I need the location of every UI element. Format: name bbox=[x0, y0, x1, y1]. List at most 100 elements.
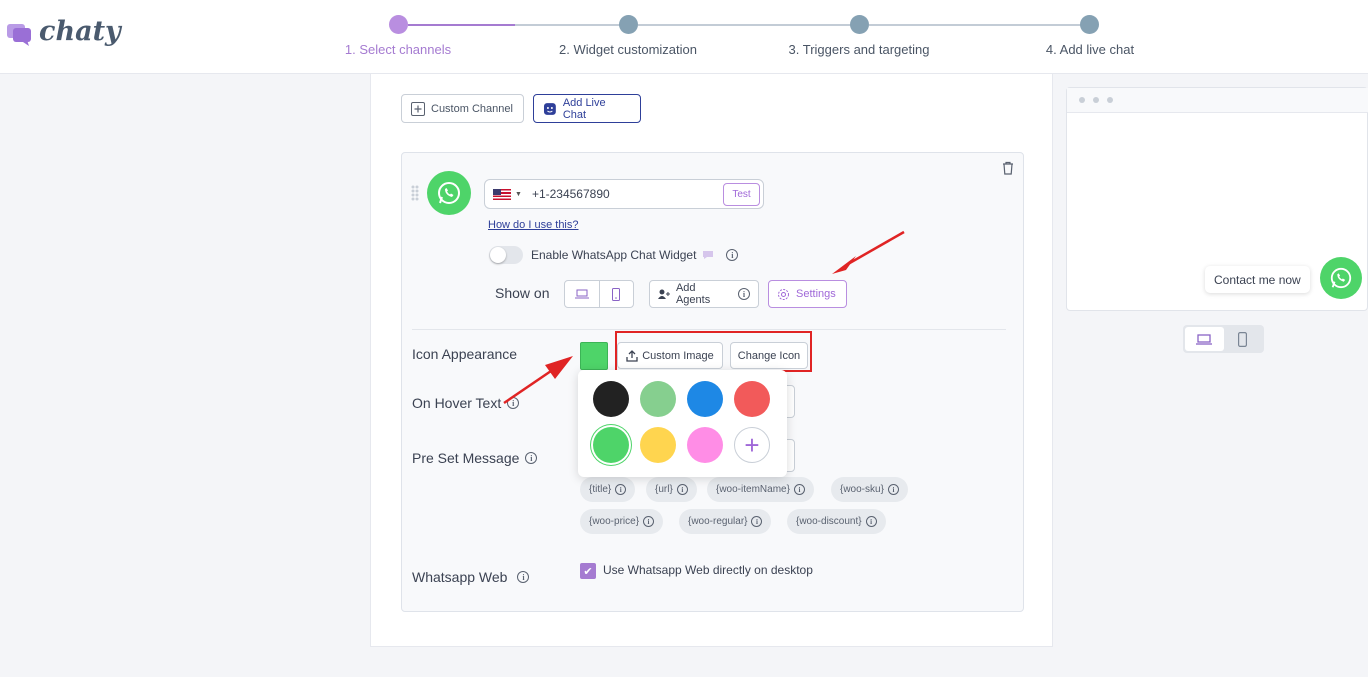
step-3-dot[interactable] bbox=[850, 15, 869, 34]
color-swatch-light-green[interactable] bbox=[640, 381, 676, 417]
custom-image-button[interactable]: Custom Image bbox=[617, 342, 723, 369]
settings-label: Settings bbox=[796, 288, 836, 300]
info-icon[interactable]: i bbox=[517, 571, 530, 583]
window-dot bbox=[1093, 97, 1099, 103]
tag-woo-discount[interactable]: {woo-discount} i bbox=[787, 509, 886, 534]
step-1-dot[interactable] bbox=[389, 15, 408, 34]
enable-widget-label: Enable WhatsApp Chat Widget i bbox=[531, 248, 739, 262]
info-icon[interactable]: i bbox=[726, 249, 739, 261]
info-icon: i bbox=[751, 516, 763, 527]
mobile-icon bbox=[1238, 331, 1248, 347]
add-agents-button[interactable]: Add Agents i bbox=[649, 280, 759, 308]
gear-icon bbox=[778, 288, 789, 300]
icon-appearance-text: Icon Appearance bbox=[412, 346, 518, 362]
tag-title-text: {title} bbox=[589, 484, 612, 495]
step-2-label[interactable]: 2. Widget customization bbox=[559, 42, 697, 57]
color-swatch-black[interactable] bbox=[593, 381, 629, 417]
info-icon[interactable]: i bbox=[507, 397, 520, 409]
phone-input[interactable] bbox=[527, 187, 708, 201]
color-swatch-green-selected[interactable] bbox=[593, 427, 629, 463]
step-1-label[interactable]: 1. Select channels bbox=[345, 42, 451, 57]
plus-square-icon bbox=[411, 101, 425, 116]
tag-url-text: {url} bbox=[655, 484, 673, 495]
info-icon: i bbox=[793, 484, 805, 495]
add-live-chat-button[interactable]: Add Live Chat bbox=[533, 94, 641, 123]
tag-woo-regular[interactable]: {woo-regular} i bbox=[679, 509, 772, 534]
show-on-label: Show on bbox=[495, 285, 550, 301]
enable-widget-toggle[interactable] bbox=[489, 246, 523, 264]
desktop-toggle[interactable] bbox=[565, 281, 600, 307]
add-user-icon bbox=[658, 289, 670, 299]
step-connector bbox=[515, 24, 628, 26]
step-connector-progress bbox=[408, 24, 515, 26]
info-icon: i bbox=[615, 484, 627, 495]
preview-desktop-toggle[interactable] bbox=[1185, 327, 1224, 351]
tag-woo-price-text: {woo-price} bbox=[589, 516, 640, 527]
step-3-label[interactable]: 3. Triggers and targeting bbox=[789, 42, 930, 57]
progress-stepper: 1. Select channels 2. Widget customizati… bbox=[0, 0, 1368, 74]
settings-button[interactable]: Settings bbox=[768, 280, 847, 308]
info-icon: i bbox=[676, 484, 688, 495]
mobile-icon bbox=[612, 287, 621, 301]
tag-title[interactable]: {title} i bbox=[580, 477, 636, 502]
tag-woo-sku[interactable]: {woo-sku} i bbox=[831, 477, 908, 502]
tag-url[interactable]: {url} i bbox=[646, 477, 697, 502]
whatsapp-web-checkbox[interactable]: ✔ bbox=[580, 563, 596, 579]
phone-number-field[interactable]: ▼ Test bbox=[484, 179, 764, 209]
tag-woo-itemname[interactable]: {woo-itemName} i bbox=[707, 477, 814, 502]
pre-set-message-label: Pre Set Message i bbox=[412, 450, 538, 466]
top-header: chaty 1. Select channels 2. Widget custo… bbox=[0, 0, 1368, 74]
laptop-icon bbox=[1196, 333, 1213, 345]
tag-woo-price[interactable]: {woo-price} i bbox=[580, 509, 664, 534]
on-hover-text-label: On Hover Text i bbox=[412, 395, 520, 411]
tag-woo-discount-text: {woo-discount} bbox=[796, 516, 862, 527]
show-on-device-toggle bbox=[564, 280, 634, 308]
step-2-dot[interactable] bbox=[619, 15, 638, 34]
help-link[interactable]: How do I use this? bbox=[488, 219, 579, 231]
color-swatch-blue[interactable] bbox=[687, 381, 723, 417]
color-swatch-pink[interactable] bbox=[687, 427, 723, 463]
chevron-down-icon[interactable]: ▼ bbox=[515, 191, 522, 198]
whatsapp-web-checkbox-label[interactable]: Use Whatsapp Web directly on desktop bbox=[603, 563, 813, 577]
color-swatch-red[interactable] bbox=[734, 381, 770, 417]
add-agents-label: Add Agents bbox=[675, 282, 711, 306]
tag-woo-regular-text: {woo-regular} bbox=[688, 516, 748, 527]
on-hover-text-text: On Hover Text bbox=[412, 395, 502, 411]
icon-color-picker[interactable] bbox=[580, 342, 608, 370]
laptop-icon bbox=[574, 289, 589, 299]
step-4-dot[interactable] bbox=[1080, 15, 1099, 34]
enable-widget-text: Enable WhatsApp Chat Widget bbox=[531, 248, 697, 262]
custom-channel-button[interactable]: Custom Channel bbox=[401, 94, 524, 123]
us-flag-icon[interactable] bbox=[493, 188, 511, 200]
info-icon: i bbox=[643, 516, 655, 527]
trash-icon[interactable] bbox=[1002, 161, 1014, 175]
color-swatch-yellow[interactable] bbox=[640, 427, 676, 463]
whatsapp-icon[interactable] bbox=[427, 171, 471, 215]
color-palette-popup: + bbox=[578, 370, 787, 477]
info-icon[interactable]: i bbox=[738, 288, 750, 300]
preview-browser-bar bbox=[1067, 88, 1368, 113]
chat-bubble-icon bbox=[703, 251, 714, 259]
tag-woo-sku-text: {woo-sku} bbox=[840, 484, 884, 495]
pre-set-message-text: Pre Set Message bbox=[412, 450, 520, 466]
step-4-label[interactable]: 4. Add live chat bbox=[1046, 42, 1134, 57]
info-icon[interactable]: i bbox=[525, 452, 538, 464]
channel-settings-panel: Custom Channel Add Live Chat ▼ Test How … bbox=[370, 74, 1053, 647]
drag-handle-icon[interactable] bbox=[411, 185, 419, 201]
info-icon: i bbox=[865, 516, 877, 527]
whatsapp-web-label: Whatsapp Web i bbox=[412, 569, 530, 585]
custom-channel-label: Custom Channel bbox=[431, 102, 513, 115]
mobile-toggle[interactable] bbox=[600, 281, 634, 307]
tag-woo-itemname-text: {woo-itemName} bbox=[716, 484, 790, 495]
test-button[interactable]: Test bbox=[723, 183, 760, 206]
add-live-chat-label: Add Live Chat bbox=[562, 96, 606, 121]
preview-hover-bubble: Contact me now bbox=[1205, 266, 1310, 293]
add-color-button[interactable]: + bbox=[734, 427, 770, 463]
custom-image-label: Custom Image bbox=[642, 349, 714, 362]
preview-mobile-toggle[interactable] bbox=[1224, 327, 1263, 351]
change-icon-button[interactable]: Change Icon bbox=[730, 342, 808, 369]
step-connector bbox=[638, 24, 859, 26]
icon-appearance-label: Icon Appearance bbox=[412, 346, 517, 362]
window-dot bbox=[1107, 97, 1113, 103]
preview-whatsapp-icon[interactable] bbox=[1320, 257, 1362, 299]
